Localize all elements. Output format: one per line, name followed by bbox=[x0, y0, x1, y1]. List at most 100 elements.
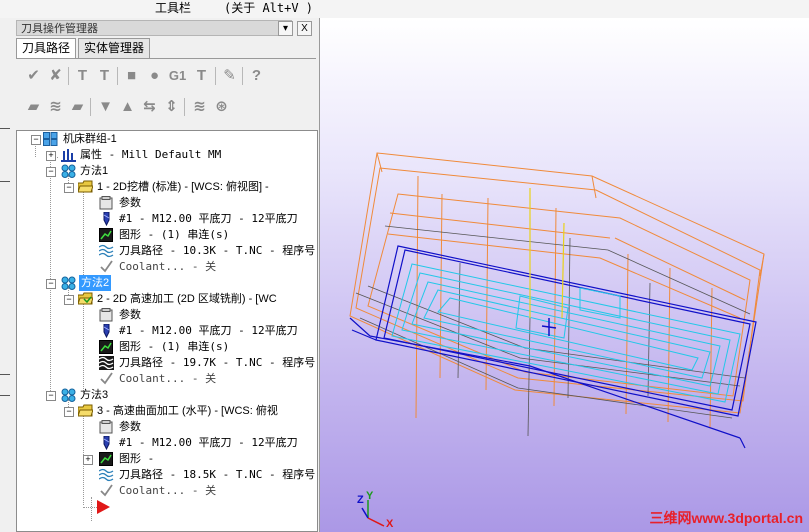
collapse-toggle[interactable]: − bbox=[64, 407, 74, 417]
dock-marker bbox=[0, 128, 10, 129]
axis-x-label: X bbox=[386, 518, 394, 530]
tab-divider bbox=[16, 58, 316, 59]
backplot-icon[interactable]: ● bbox=[145, 66, 164, 85]
dock-marker bbox=[0, 181, 10, 182]
toolpath-label: 刀具路径 - 10.3K - T.NC - 程序号 bbox=[119, 244, 316, 257]
tab-toolpaths[interactable]: 刀具路径 bbox=[16, 38, 77, 59]
top-toolbar-strip: 工具栏 (关于 Alt+V ) bbox=[0, 0, 809, 18]
dock-marker bbox=[0, 374, 10, 375]
move-down-icon[interactable]: ▼ bbox=[96, 97, 115, 116]
collapse-toggle[interactable]: − bbox=[31, 135, 41, 145]
folder-open-icon bbox=[78, 292, 93, 305]
tree-properties[interactable]: + 属性 - Mill Default MM bbox=[17, 147, 317, 163]
axis-triad bbox=[361, 500, 385, 527]
geometry-row[interactable]: + 图形 - bbox=[17, 451, 317, 467]
highspeed-icon[interactable]: ✎ bbox=[220, 66, 239, 85]
endmill-tool-icon bbox=[103, 324, 110, 338]
tool-row[interactable]: #1 - M12.00 平底刀 - 12平底刀 bbox=[17, 323, 317, 339]
operation-label: 2 - 2D 高速加工 (2D 区域铣削) - [WC bbox=[97, 293, 277, 305]
group-icon bbox=[61, 164, 76, 178]
part-wireframe bbox=[355, 225, 751, 437]
expand-toggle[interactable]: + bbox=[46, 151, 56, 161]
params-folder-icon bbox=[99, 420, 113, 434]
group-icon bbox=[61, 276, 76, 290]
select-all-ops-icon[interactable]: ✔ bbox=[24, 66, 43, 85]
collapse-toggle[interactable]: − bbox=[64, 183, 74, 193]
panel-menu-button[interactable]: ▾ bbox=[278, 21, 293, 36]
collapse-toggle[interactable]: − bbox=[64, 295, 74, 305]
toolpath-icon bbox=[99, 244, 114, 258]
select-invalid-ops-icon[interactable]: ✘ bbox=[46, 66, 65, 85]
tool-label: #1 - M12.00 平底刀 - 12平底刀 bbox=[119, 436, 298, 449]
geometry-label: 图形 - (1) 串连(s) bbox=[119, 340, 230, 353]
params-row[interactable]: 参数 bbox=[17, 419, 317, 435]
folder-open-icon bbox=[78, 180, 93, 193]
coolant-label: Coolant... - 关 bbox=[119, 260, 217, 273]
params-folder-icon bbox=[99, 308, 113, 322]
collapse-toggle[interactable]: − bbox=[46, 279, 56, 289]
expand-toggle[interactable]: + bbox=[83, 455, 93, 465]
endmill-tool-icon bbox=[103, 436, 110, 450]
toolpath-row[interactable]: 刀具路径 - 10.3K - T.NC - 程序号 bbox=[17, 243, 317, 259]
collapse-toggle[interactable]: − bbox=[46, 167, 56, 177]
coolant-row[interactable]: Coolant... - 关 bbox=[17, 259, 317, 275]
params-label: 参数 bbox=[119, 421, 141, 433]
magnify-icon[interactable]: ⊛ bbox=[212, 97, 231, 116]
axis-z-label: Z bbox=[357, 494, 364, 506]
move-up-icon[interactable]: ▲ bbox=[118, 97, 137, 116]
insert-arrow-marker-icon[interactable] bbox=[95, 499, 111, 515]
group-row[interactable]: − 方法3 bbox=[17, 387, 317, 403]
regenerate-selected-icon[interactable]: T bbox=[73, 66, 92, 85]
params-folder-icon bbox=[99, 196, 113, 210]
toolbar-label: 工具栏 bbox=[155, 1, 192, 15]
panel-close-button[interactable]: X bbox=[297, 21, 312, 36]
scroll-icon[interactable]: ⇕ bbox=[162, 97, 181, 116]
collapse-toggle[interactable]: − bbox=[46, 391, 56, 401]
properties-icon bbox=[61, 149, 76, 162]
params-row[interactable]: 参数 bbox=[17, 307, 317, 323]
stock-wireframe bbox=[349, 152, 765, 429]
site-watermark: 三维网www.3dportal.cn bbox=[649, 510, 804, 526]
operations-tree: − 机床群组-1 + 属性 - Mill Default MM − 方法1 − … bbox=[16, 130, 318, 532]
toolpath-manager-panel: 刀具操作管理器 ▾ X 刀具路径 实体管理器 ✔ ✘ T T ■ ● G1 T … bbox=[14, 18, 320, 532]
gcode-icon[interactable]: G1 bbox=[168, 66, 187, 85]
lock-icon[interactable]: ▰ bbox=[24, 97, 43, 116]
group-row[interactable]: − 方法2 bbox=[17, 275, 317, 291]
insert-arrow-icon[interactable]: ⇆ bbox=[140, 97, 159, 116]
operation-row[interactable]: − 2 - 2D 高速加工 (2D 区域铣削) - [WC bbox=[17, 291, 317, 307]
params-label: 参数 bbox=[119, 197, 141, 209]
graphics-viewport[interactable]: Z Y X 三维网www.3dportal.cn bbox=[320, 18, 809, 532]
geometry-icon bbox=[99, 340, 113, 354]
model-view bbox=[349, 152, 765, 527]
regenerate-dirty-icon[interactable]: T bbox=[95, 66, 114, 85]
help-icon[interactable]: ? bbox=[247, 66, 266, 85]
toolpath-row[interactable]: 刀具路径 - 18.5K - T.NC - 程序号 bbox=[17, 467, 317, 483]
toolpath-label: 刀具路径 - 18.5K - T.NC - 程序号 bbox=[119, 468, 316, 481]
params-row[interactable]: 参数 bbox=[17, 195, 317, 211]
operation-row[interactable]: − 3 - 高速曲面加工 (水平) - [WCS: 俯视 bbox=[17, 403, 317, 419]
toolpath-icon bbox=[99, 468, 114, 482]
toggle-display-icon[interactable]: ≋ bbox=[46, 97, 65, 116]
wave-icon[interactable]: ≋ bbox=[190, 97, 209, 116]
post-toggle-icon[interactable]: ▰ bbox=[68, 97, 87, 116]
geometry-icon bbox=[99, 452, 113, 466]
panel-title: 刀具操作管理器 bbox=[16, 20, 292, 36]
geometry-row[interactable]: 图形 - (1) 串连(s) bbox=[17, 339, 317, 355]
toolpath-label: 刀具路径 - 19.7K - T.NC - 程序号 bbox=[119, 356, 316, 369]
geometry-row[interactable]: 图形 - (1) 串连(s) bbox=[17, 227, 317, 243]
tree-root[interactable]: − 机床群组-1 bbox=[17, 131, 317, 147]
verify-icon[interactable]: ■ bbox=[122, 66, 141, 85]
coolant-row[interactable]: Coolant... - 关 bbox=[17, 483, 317, 499]
tool-row[interactable]: #1 - M12.00 平底刀 - 12平底刀 bbox=[17, 211, 317, 227]
tab-solids[interactable]: 实体管理器 bbox=[78, 38, 151, 58]
post-icon[interactable]: T bbox=[192, 66, 211, 85]
geometry-label: 图形 - bbox=[119, 452, 155, 465]
toolpath-row[interactable]: 刀具路径 - 19.7K - T.NC - 程序号 bbox=[17, 355, 317, 371]
insert-position-row[interactable] bbox=[17, 499, 317, 515]
coolant-row[interactable]: Coolant... - 关 bbox=[17, 371, 317, 387]
coolant-icon bbox=[100, 372, 113, 385]
group-row[interactable]: − 方法1 bbox=[17, 163, 317, 179]
operation-row[interactable]: − 1 - 2D挖槽 (标准) - [WCS: 俯视图] - bbox=[17, 179, 317, 195]
tool-row[interactable]: #1 - M12.00 平底刀 - 12平底刀 bbox=[17, 435, 317, 451]
group-icon bbox=[61, 388, 76, 402]
